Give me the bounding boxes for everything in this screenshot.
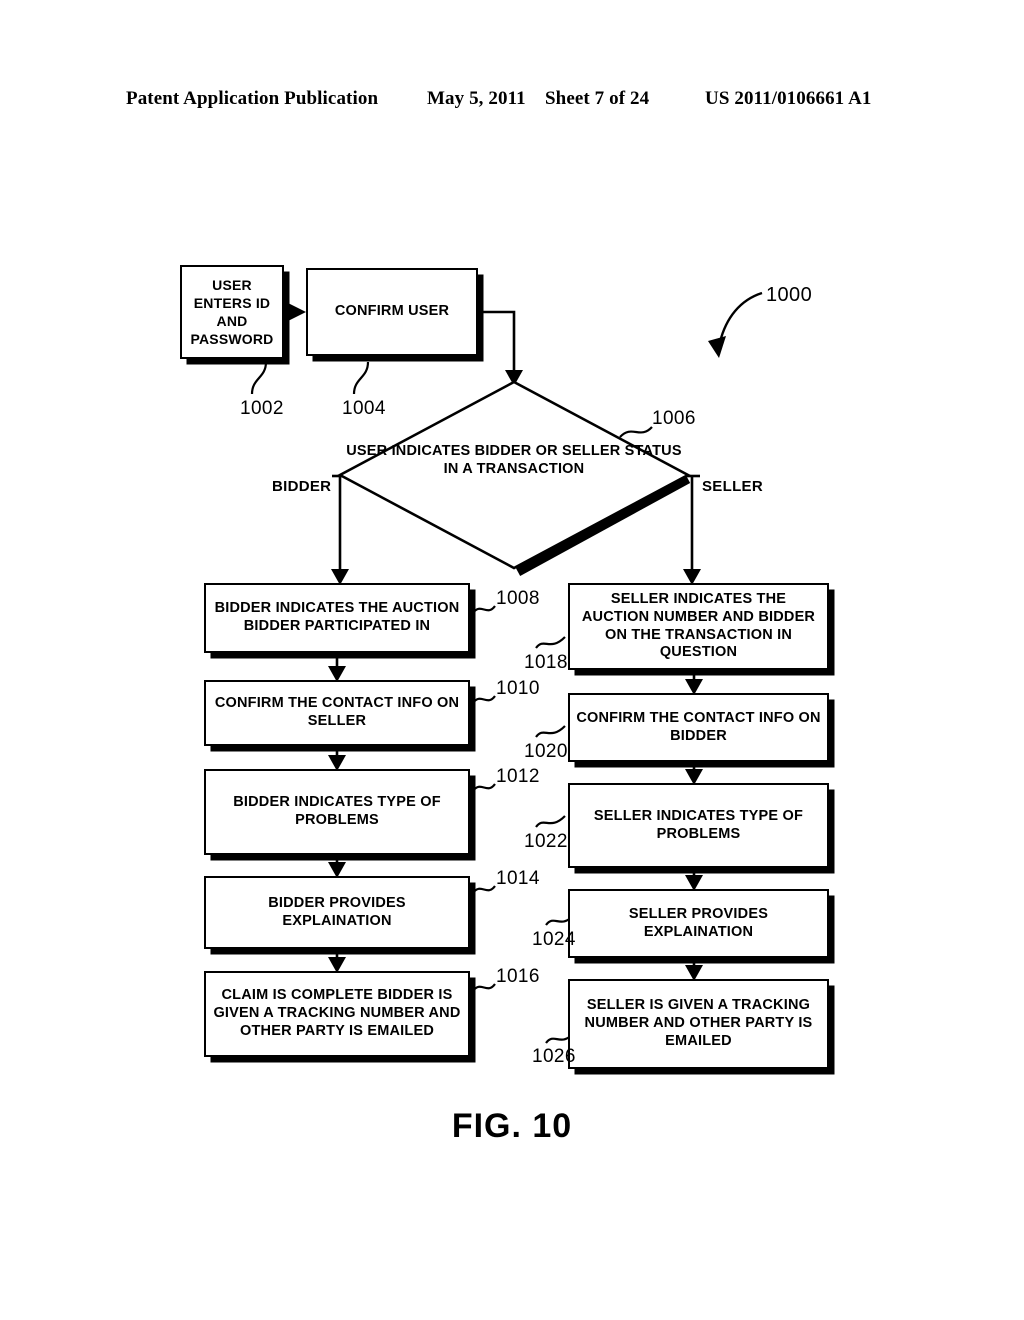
connector-seller-1024-1026 bbox=[685, 958, 703, 981]
leader-1022 bbox=[535, 815, 566, 828]
leader-1020 bbox=[535, 725, 566, 738]
connector-confirm-to-decision bbox=[478, 310, 523, 386]
node-1022-label: SELLER INDICATES TYPE OF PROBLEMS bbox=[593, 807, 804, 842]
node-1024-label: SELLER PROVIDES EXPLAINATION bbox=[628, 905, 769, 940]
node-confirm-contact-info-bidder[interactable]: CONFIRM THE CONTACT INFO ON BIDDER bbox=[568, 693, 829, 762]
node-1020-label: CONFIRM THE CONTACT INFO ON BIDDER bbox=[576, 709, 821, 744]
leader-1010 bbox=[472, 695, 496, 704]
node-confirm-user[interactable]: CONFIRM USER bbox=[306, 268, 478, 356]
leader-1014 bbox=[472, 885, 496, 894]
branch-label-bidder: BIDDER bbox=[272, 478, 332, 495]
node-seller-indicates-auction[interactable]: SELLER INDICATES THE AUCTION NUMBER AND … bbox=[568, 583, 829, 670]
connector-start-to-confirm bbox=[286, 303, 306, 321]
node-1014-label: BIDDER PROVIDES EXPLAINATION bbox=[268, 894, 406, 929]
figure-caption: FIG. 10 bbox=[451, 1107, 573, 1145]
ref-numeral-1010: 1010 bbox=[496, 678, 540, 699]
ref-numeral-1026: 1026 bbox=[532, 1046, 576, 1067]
node-decision-bidder-or-seller[interactable]: USER INDICATES BIDDER OR SELLER STATUS I… bbox=[340, 382, 688, 568]
connector-seller-1020-1022 bbox=[685, 762, 703, 785]
ref-numeral-1016: 1016 bbox=[496, 966, 540, 987]
connector-seller-1018-1020 bbox=[685, 672, 703, 695]
ref-numeral-1004: 1004 bbox=[342, 398, 386, 419]
leader-1002 bbox=[250, 361, 268, 395]
connector-bidder-1010-1012 bbox=[328, 746, 346, 771]
ref-numeral-1018: 1018 bbox=[524, 652, 568, 673]
node-1016-label: CLAIM IS COMPLETE BIDDER IS GIVEN A TRAC… bbox=[213, 987, 461, 1039]
node-1008-label: BIDDER INDICATES THE AUCTION BIDDER PART… bbox=[214, 600, 460, 634]
ref-numeral-1002: 1002 bbox=[240, 398, 284, 419]
ref-numeral-1024: 1024 bbox=[532, 929, 576, 950]
ref-numeral-1012: 1012 bbox=[496, 766, 540, 787]
node-seller-provides-explanation[interactable]: SELLER PROVIDES EXPLAINATION bbox=[568, 889, 829, 958]
ref-numeral-1000: 1000 bbox=[766, 284, 813, 306]
ref-numeral-1014: 1014 bbox=[496, 868, 540, 889]
node-1012-label: BIDDER INDICATES TYPE OF PROBLEMS bbox=[233, 794, 441, 828]
ref-numeral-1008: 1008 bbox=[496, 588, 540, 609]
branch-label-seller: SELLER bbox=[702, 478, 763, 495]
ref-numeral-1022: 1022 bbox=[524, 831, 568, 852]
leader-1000 bbox=[708, 291, 763, 358]
node-1006-label: USER INDICATES BIDDER OR SELLER STATUS I… bbox=[346, 443, 682, 478]
leader-1016 bbox=[472, 983, 496, 992]
node-1018-label: SELLER INDICATES THE AUCTION NUMBER AND … bbox=[581, 590, 816, 661]
leader-1018 bbox=[535, 636, 566, 649]
node-1010-label: CONFIRM THE CONTACT INFO ON SELLER bbox=[214, 695, 460, 729]
node-1026-label: SELLER IS GIVEN A TRACKING NUMBER AND OT… bbox=[584, 997, 813, 1049]
connector-bidder-1008-1010 bbox=[328, 655, 346, 682]
connector-bidder-1012-1014 bbox=[328, 855, 346, 878]
ref-numeral-1020: 1020 bbox=[524, 741, 568, 762]
leader-1008 bbox=[472, 605, 496, 614]
node-1002-label: USER ENTERS ID AND PASSWORD bbox=[190, 276, 274, 348]
ref-numeral-1006: 1006 bbox=[652, 408, 696, 429]
node-bidder-claim-complete[interactable]: CLAIM IS COMPLETE BIDDER IS GIVEN A TRAC… bbox=[204, 971, 470, 1057]
node-bidder-indicates-problems[interactable]: BIDDER INDICATES TYPE OF PROBLEMS bbox=[204, 769, 470, 855]
connector-seller-1022-1024 bbox=[685, 868, 703, 891]
figure-10-flowchart: USER ENTERS ID AND PASSWORD 1002 CONFIRM… bbox=[0, 0, 1024, 1320]
connector-bidder-1014-1016 bbox=[328, 949, 346, 973]
node-1004-label: CONFIRM USER bbox=[334, 303, 450, 320]
node-bidder-indicates-auction[interactable]: BIDDER INDICATES THE AUCTION BIDDER PART… bbox=[204, 583, 470, 653]
node-seller-indicates-problems[interactable]: SELLER INDICATES TYPE OF PROBLEMS bbox=[568, 783, 829, 868]
leader-1012 bbox=[472, 783, 496, 792]
node-seller-tracking-number[interactable]: SELLER IS GIVEN A TRACKING NUMBER AND OT… bbox=[568, 979, 829, 1069]
node-bidder-provides-explanation[interactable]: BIDDER PROVIDES EXPLAINATION bbox=[204, 876, 470, 949]
node-user-enters-credentials[interactable]: USER ENTERS ID AND PASSWORD bbox=[180, 265, 284, 359]
node-confirm-contact-info-seller[interactable]: CONFIRM THE CONTACT INFO ON SELLER bbox=[204, 680, 470, 746]
